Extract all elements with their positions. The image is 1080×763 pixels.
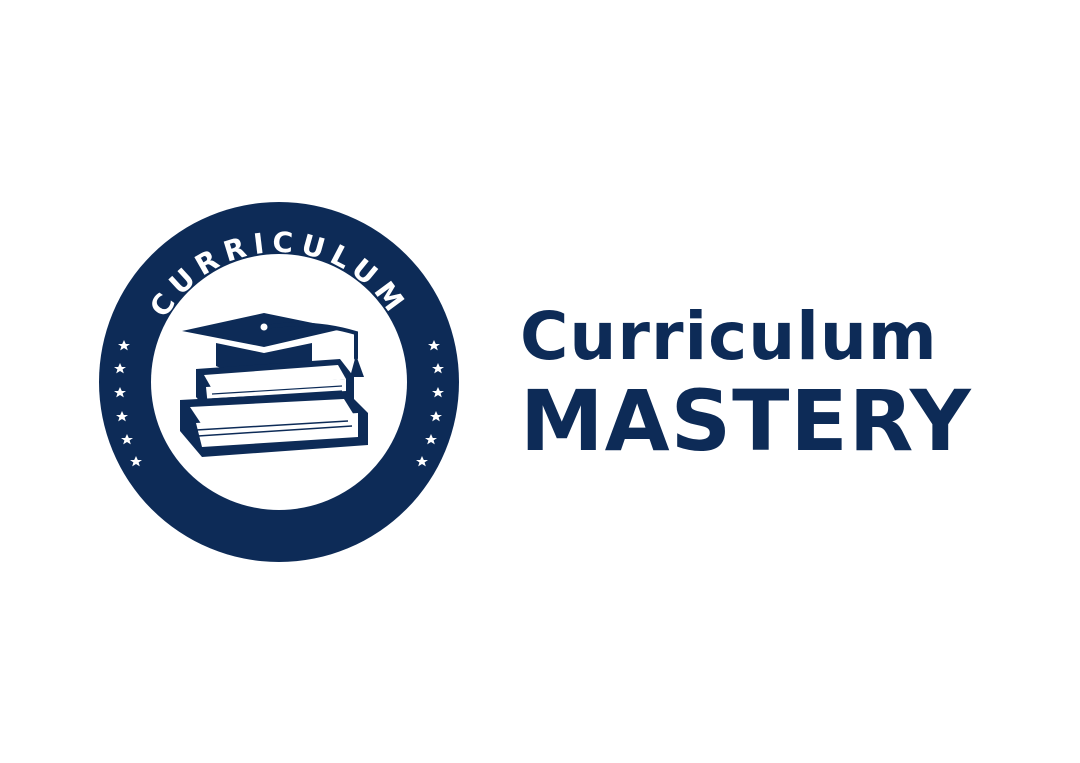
brand-wordmark: Curriculum MASTERY <box>520 296 1020 464</box>
seal-emblem: CURRICULUM MASTERY <box>98 201 460 563</box>
wordmark-line-1: Curriculum <box>520 298 938 375</box>
logo-canvas: CURRICULUM MASTERY Curriculum MASTERY <box>0 0 1080 763</box>
seal-graphic: CURRICULUM MASTERY <box>99 202 459 562</box>
book-stack-icon <box>180 359 368 457</box>
wordmark-line-2: MASTERY <box>520 372 972 470</box>
